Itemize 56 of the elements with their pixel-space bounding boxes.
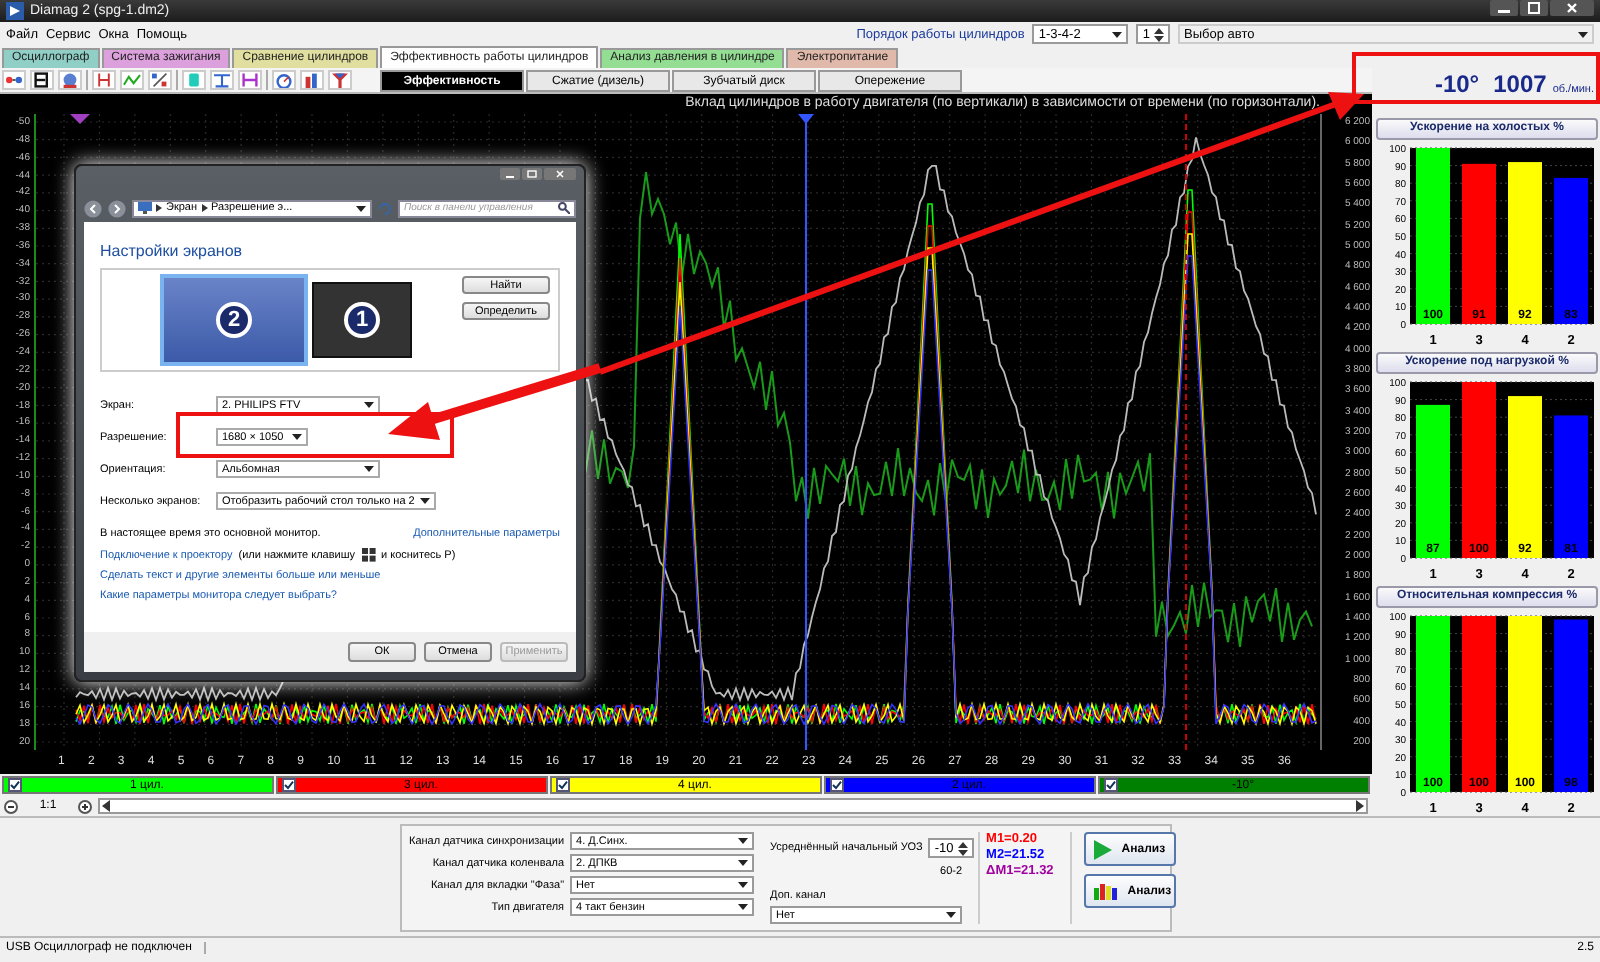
- spin-arrows-icon: [957, 841, 968, 855]
- search-icon: [558, 202, 570, 214]
- windows-key-icon: [361, 548, 376, 562]
- minimize-icon[interactable]: [500, 168, 520, 180]
- caret-icon: [420, 498, 430, 504]
- rpm-value: 1007: [1493, 70, 1547, 98]
- gauge-icon[interactable]: [272, 70, 296, 90]
- caret-icon: [1112, 31, 1123, 37]
- monitor-icon: [138, 202, 152, 214]
- checkbox[interactable]: [1104, 778, 1118, 792]
- marker-line[interactable]: [798, 114, 814, 750]
- marker-line[interactable]: [1185, 114, 1187, 750]
- globe-icon[interactable]: [58, 70, 82, 90]
- minimize-icon[interactable]: [1490, 0, 1518, 16]
- close-icon[interactable]: [544, 168, 576, 180]
- horizontal-scrollbar[interactable]: [98, 798, 1368, 814]
- bar-chart-icon: [1093, 881, 1118, 901]
- caret-icon: [364, 466, 374, 472]
- checkbox[interactable]: [556, 778, 570, 792]
- connect-icon[interactable]: [2, 70, 26, 90]
- checkbox[interactable]: [830, 778, 844, 792]
- maximize-icon[interactable]: [1520, 0, 1548, 16]
- close-icon[interactable]: [1550, 0, 1594, 16]
- forward-icon[interactable]: [108, 199, 126, 217]
- monitor-tile[interactable]: 2: [160, 274, 308, 366]
- caret-icon: [738, 882, 749, 888]
- ratio-icon[interactable]: [148, 70, 172, 90]
- caret-icon: [738, 838, 749, 844]
- chevron-icon: [156, 204, 162, 212]
- wave-icon[interactable]: [120, 70, 144, 90]
- caret-icon: [738, 860, 749, 866]
- h-bar-icon[interactable]: [238, 70, 262, 90]
- marker-triangle-icon[interactable]: [70, 114, 90, 124]
- caret-icon: [364, 402, 374, 408]
- play-icon: [1093, 839, 1112, 859]
- caret-icon: [356, 205, 366, 211]
- caret-icon: [946, 912, 957, 918]
- checkbox[interactable]: [282, 778, 296, 792]
- monitor-tile[interactable]: 1: [312, 282, 412, 358]
- maximize-icon[interactable]: [522, 168, 542, 180]
- zoom-out-icon[interactable]: [4, 799, 18, 813]
- app-icon: [6, 2, 24, 20]
- chevron-icon: [201, 204, 208, 212]
- back-icon[interactable]: [84, 199, 102, 217]
- bar-chart-icon[interactable]: [300, 70, 324, 90]
- ignition-angle-value: -10°: [1434, 70, 1480, 98]
- scroll-right-icon[interactable]: [1354, 800, 1364, 812]
- funnel-icon[interactable]: [328, 70, 352, 90]
- checkbox[interactable]: [8, 778, 22, 792]
- zoom-in-icon[interactable]: [78, 799, 92, 813]
- caret-icon: [738, 904, 749, 910]
- dialog-heading: Настройки экранов: [100, 242, 245, 260]
- caret-icon: [292, 434, 302, 440]
- spin-arrows-icon: [1154, 27, 1164, 41]
- caret-icon: [1578, 31, 1588, 37]
- scroll-left-icon[interactable]: [102, 800, 112, 812]
